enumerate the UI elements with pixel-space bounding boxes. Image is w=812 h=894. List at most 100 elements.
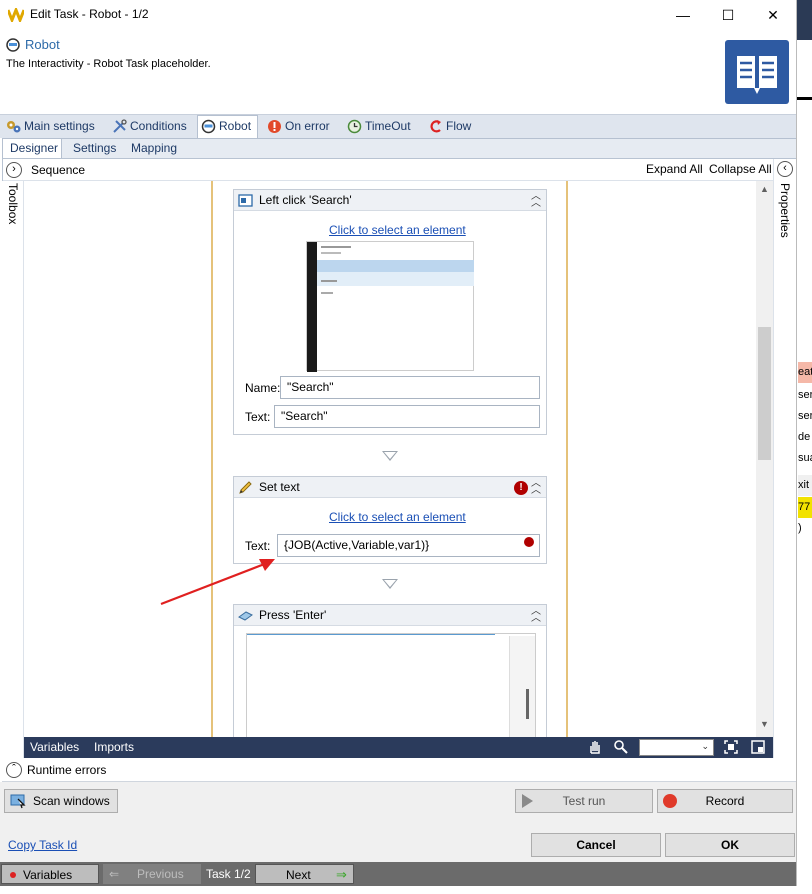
chevron-up-icon[interactable]: ˆ <box>6 762 22 778</box>
tab-main-settings[interactable]: Main settings <box>4 117 95 138</box>
task-type-title: Robot <box>25 37 60 52</box>
test-run-button[interactable]: Test run <box>515 789 653 813</box>
tab-conditions[interactable]: Conditions <box>110 117 187 138</box>
bottom-edge <box>0 886 812 894</box>
scan-windows-icon <box>10 793 26 809</box>
scan-windows-button[interactable]: Scan windows <box>4 789 118 813</box>
tab-flow[interactable]: Flow <box>426 117 471 138</box>
book-icon <box>725 40 789 104</box>
name-field[interactable]: "Search" <box>280 376 540 399</box>
activity-press-enter[interactable]: Press 'Enter' ︿ ︿ <box>233 604 547 739</box>
collapse-icon[interactable]: ︿ ︿ <box>530 479 542 496</box>
tab-label: Robot <box>219 119 252 133</box>
text-label: Text: <box>245 410 271 424</box>
ok-button[interactable]: OK <box>665 833 795 857</box>
sequence-rail-left <box>211 181 213 737</box>
background-cell: 77 <box>798 497 812 518</box>
expand-all-link[interactable]: Expand All <box>646 162 703 176</box>
activity-title: Press 'Enter' <box>259 608 327 622</box>
runtime-errors-bar[interactable]: ˆ Runtime errors <box>2 758 796 782</box>
sequence-rail-right <box>566 181 568 737</box>
tab-label: TimeOut <box>365 119 411 133</box>
gears-icon <box>6 119 21 134</box>
annotation-arrow-icon <box>160 559 275 606</box>
keyboard-icon <box>238 608 253 623</box>
cancel-button[interactable]: Cancel <box>531 833 661 857</box>
select-element-link[interactable]: Click to select an element <box>329 510 466 524</box>
collapse-all-link[interactable]: Collapse All <box>709 162 772 176</box>
tab-on-error[interactable]: On error <box>265 117 330 138</box>
activity-left-click[interactable]: Left click 'Search' ︿ ︿ Click to select a… <box>233 189 547 435</box>
previous-button[interactable]: ⇐ Previous <box>103 864 201 884</box>
close-button[interactable]: ✕ <box>750 0 796 30</box>
copy-task-id-link[interactable]: Copy Task Id <box>8 838 77 852</box>
text-field[interactable]: {JOB(Active,Variable,var1)} <box>277 534 540 557</box>
chevron-left-icon[interactable]: ‹ <box>777 161 793 177</box>
variables-dot-icon <box>10 872 16 878</box>
background-window-strip: eat ser ser de sua xit 77 ) <box>796 0 812 894</box>
sequence-arrow-icon <box>382 579 398 589</box>
scan-windows-label: Scan windows <box>33 794 110 808</box>
pencil-icon <box>238 480 253 495</box>
imports-tab[interactable]: Imports <box>94 740 134 754</box>
background-cell: eat <box>798 362 812 383</box>
chevron-down-icon: ⌄ <box>701 741 709 751</box>
sequence-label: Sequence <box>31 163 86 177</box>
properties-panel[interactable]: ‹ Properties <box>773 159 796 758</box>
test-run-label: Test run <box>562 794 606 808</box>
designer-bottom-bar: Variables Imports ⌄ <box>24 737 773 758</box>
record-label: Record <box>705 794 745 808</box>
task-header <box>0 30 796 114</box>
tab-label: Flow <box>446 119 472 133</box>
previous-label: Previous <box>137 867 184 881</box>
scrollbar-thumb[interactable] <box>758 327 771 460</box>
text-field[interactable]: "Search" <box>274 405 540 428</box>
minimize-button[interactable]: — <box>660 0 706 30</box>
activity-header: Set text ! ︿ ︿ <box>234 477 546 498</box>
flow-icon <box>428 119 443 134</box>
overview-map-icon[interactable] <box>751 740 765 754</box>
window-title: Edit Task - Robot - 1/2 <box>30 7 149 21</box>
title-bar: Edit Task - Robot - 1/2 — ☐ ✕ <box>0 0 796 30</box>
next-button[interactable]: Next ⇒ <box>255 864 354 884</box>
background-cell: de <box>798 431 811 443</box>
name-label: Name: <box>245 381 281 395</box>
variables-button[interactable]: Variables <box>1 864 99 884</box>
fit-to-screen-icon[interactable] <box>724 740 738 754</box>
next-label: Next <box>286 868 311 882</box>
collapse-icon[interactable]: ︿ ︿ <box>530 192 542 209</box>
scroll-down-icon[interactable]: ▼ <box>760 719 769 729</box>
background-cell: ) <box>798 522 802 534</box>
element-screenshot-thumbnail <box>246 633 536 739</box>
dialog-footer: Copy Task Id Cancel OK <box>0 822 796 862</box>
zoom-search-icon[interactable] <box>613 739 629 755</box>
background-cell: sua <box>798 452 812 464</box>
collapse-icon[interactable]: ︿ ︿ <box>530 607 542 624</box>
robot-icon <box>201 119 216 134</box>
activity-set-text[interactable]: Set text ! ︿ ︿ Click to select an element… <box>233 476 547 564</box>
subtab-designer[interactable]: Designer <box>10 141 58 155</box>
properties-label: Properties <box>778 183 792 238</box>
subtab-settings[interactable]: Settings <box>73 141 116 155</box>
chevron-right-icon[interactable]: › <box>6 162 22 178</box>
arrow-right-icon: ⇒ <box>336 867 347 882</box>
text-label: Text: <box>245 539 271 553</box>
scroll-up-icon[interactable]: ▲ <box>760 184 769 194</box>
maximize-button[interactable]: ☐ <box>705 0 751 30</box>
background-cell: ser <box>798 389 812 401</box>
tab-label: Conditions <box>130 119 187 133</box>
background-cell: ser <box>798 410 812 422</box>
zoom-select[interactable]: ⌄ <box>639 739 714 756</box>
tab-timeout[interactable]: TimeOut <box>345 117 411 138</box>
task-description: The Interactivity - Robot Task placehold… <box>6 58 211 70</box>
tab-robot[interactable]: Robot <box>199 117 251 138</box>
task-counter: Task 1/2 <box>206 867 251 881</box>
subtab-bar <box>2 138 796 158</box>
select-element-link[interactable]: Click to select an element <box>329 223 466 237</box>
subtab-mapping[interactable]: Mapping <box>131 141 177 155</box>
play-icon <box>522 794 533 808</box>
variables-tab[interactable]: Variables <box>30 740 79 754</box>
toolbox-panel[interactable]: Toolbox <box>2 181 24 758</box>
pan-hand-icon[interactable] <box>587 739 603 755</box>
record-button[interactable]: Record <box>657 789 793 813</box>
